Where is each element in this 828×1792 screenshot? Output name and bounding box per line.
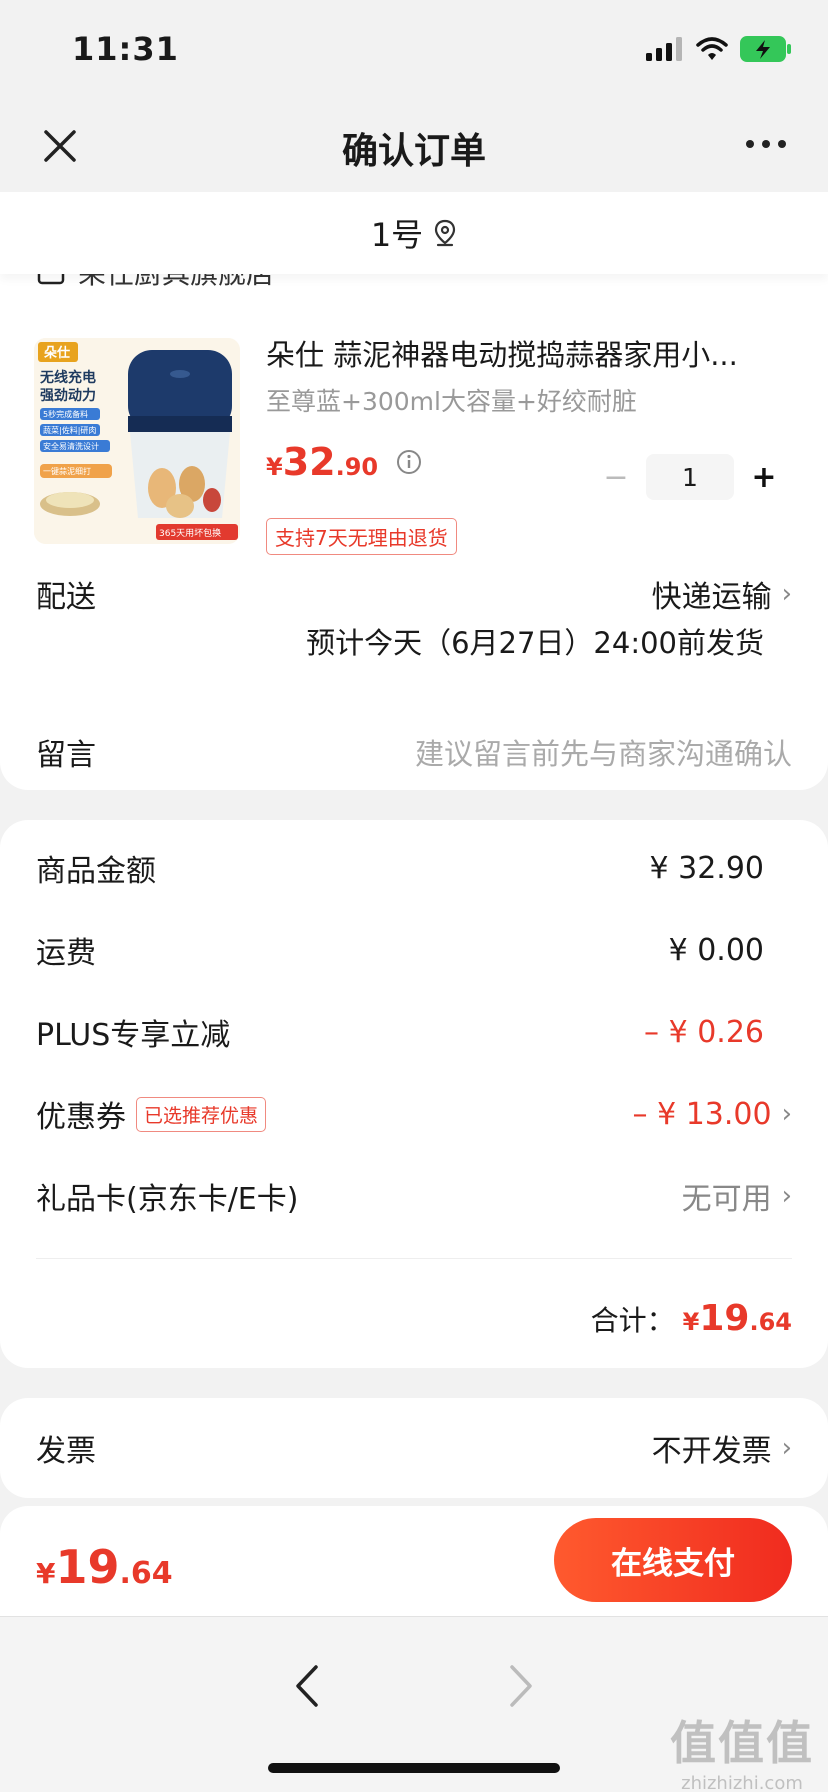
total-price: ¥ 19 .64 — [683, 1298, 792, 1339]
product-image[interactable]: 朵仕 无线充电 强劲动力 5秒完成备料 蔬菜|佐料|研肉 安全易清洗设计 一键蒜… — [34, 338, 240, 544]
quantity-decrease-button[interactable]: − — [596, 457, 636, 497]
image-line1: 无线充电 — [39, 369, 96, 386]
watermark: 值值值 zhizhizhi.com — [670, 1707, 814, 1792]
product-card: 朵仕厨具旗舰店 朵仕 无线充电 强劲动力 5秒完成备料 蔬菜|佐料|研肉 安全易… — [0, 250, 828, 790]
message-row[interactable]: 留言 建议留言前先与商家沟通确认 — [36, 730, 792, 774]
invoice-value: 不开发票 — [651, 1434, 772, 1469]
message-label: 留言 — [36, 738, 96, 773]
chevron-right-icon: › — [781, 579, 792, 609]
product-illustration: 朵仕 无线充电 强劲动力 5秒完成备料 蔬菜|佐料|研肉 安全易清洗设计 一键蒜… — [34, 338, 240, 544]
signal-icon — [646, 37, 682, 61]
coupon-badge: 已选推荐优惠 — [136, 1096, 267, 1132]
address-text: 1号 — [370, 216, 424, 254]
invoice-value-group: 不开发票 › — [652, 1426, 792, 1470]
invoice-label: 发票 — [36, 1434, 96, 1469]
info-icon[interactable] — [396, 449, 422, 475]
goods-amount-value: ¥ 32.90 — [649, 850, 764, 886]
battery-icon — [740, 36, 791, 62]
summary-divider — [36, 1258, 792, 1259]
checkout-currency: ¥ — [36, 1557, 56, 1590]
goods-amount-row: 商品金额 ¥ 32.90 — [36, 846, 792, 890]
chevron-right-icon: › — [781, 1433, 792, 1463]
product-spec: 至尊蓝+300ml大容量+好绞耐脏 — [266, 387, 637, 416]
total-integer: 19 — [699, 1298, 750, 1339]
image-badge4: 一键蒜泥细打 — [43, 466, 91, 476]
chevron-right-icon: › — [781, 1181, 792, 1211]
plus-discount-value: – ¥ 0.26 — [644, 1014, 764, 1050]
plus-discount-label: PLUS专享立减 — [36, 1018, 231, 1053]
giftcard-row[interactable]: 礼品卡(京东卡/E卡) 无可用 › — [36, 1174, 792, 1218]
quantity-increase-button[interactable]: + — [744, 457, 784, 497]
total-label: 合计： — [590, 1304, 675, 1337]
coupon-label: 优惠券 — [36, 1100, 126, 1135]
watermark-logo: 值值值 — [670, 1716, 814, 1770]
price-decimal: .90 — [335, 453, 379, 481]
giftcard-label: 礼品卡(京东卡/E卡) — [36, 1182, 299, 1217]
forward-arrow-icon[interactable] — [500, 1663, 540, 1709]
image-badge2: 蔬菜|佐料|研肉 — [43, 425, 96, 435]
giftcard-value: 无可用 — [681, 1182, 772, 1217]
checkout-integer: 19 — [55, 1540, 120, 1594]
back-arrow-icon[interactable] — [288, 1663, 328, 1709]
status-bar: 11:31 — [0, 0, 828, 100]
price-integer: 32 — [282, 440, 336, 484]
image-brand: 朵仕 — [44, 345, 70, 361]
image-badge3: 安全易清洗设计 — [43, 441, 99, 451]
image-guarantee: 365天用坏包换 — [159, 527, 221, 539]
coupon-row[interactable]: 优惠券 已选推荐优惠 – ¥ 13.00 › — [36, 1092, 792, 1136]
total-row: 合计： ¥ 19 .64 — [591, 1298, 792, 1339]
address-bar[interactable]: 1号 — [0, 192, 828, 274]
image-line2: 强劲动力 — [40, 387, 96, 404]
home-indicator[interactable] — [268, 1763, 560, 1773]
product-price: ¥ 32 .90 — [266, 440, 422, 484]
more-icon[interactable] — [744, 134, 788, 154]
total-currency: ¥ — [682, 1308, 700, 1336]
coupon-value-group: – ¥ 13.00 › — [633, 1097, 792, 1132]
status-icons — [646, 36, 792, 62]
quantity-value[interactable]: 1 — [646, 454, 734, 500]
freight-row: 运费 ¥ 0.00 — [36, 928, 792, 972]
quantity-stepper: − 1 + — [596, 454, 784, 500]
browser-toolbar: 值值值 zhizhizhi.com — [0, 1616, 828, 1792]
status-time: 11:31 — [72, 30, 179, 68]
watermark-url: zhizhizhi.com — [681, 1773, 803, 1792]
coupon-label-group: 优惠券 已选推荐优惠 — [36, 1092, 267, 1136]
shipping-label: 配送 — [36, 580, 96, 615]
shipping-method-text: 快递运输 — [651, 580, 772, 615]
message-input[interactable]: 建议留言前先与商家沟通确认 — [415, 731, 792, 773]
shipping-estimate: 预计今天（6月27日）24:00前发货 — [306, 626, 764, 660]
coupon-value: – ¥ 13.00 — [632, 1096, 772, 1132]
plus-discount-row: PLUS专享立减 – ¥ 0.26 — [36, 1010, 792, 1054]
wifi-icon — [696, 37, 728, 60]
summary-card: 商品金额 ¥ 32.90 运费 ¥ 0.00 PLUS专享立减 – ¥ 0.26… — [0, 820, 828, 1368]
checkout-price: ¥ 19 .64 — [36, 1540, 173, 1594]
chevron-right-icon: › — [781, 1099, 792, 1129]
invoice-row[interactable]: 发票 不开发票 › — [36, 1426, 792, 1470]
checkout-decimal: .64 — [119, 1556, 173, 1591]
pay-online-button[interactable]: 在线支付 — [554, 1518, 792, 1602]
return-policy-tag: 支持7天无理由退货 — [266, 518, 457, 555]
image-badge1: 5秒完成备料 — [43, 409, 88, 419]
price-currency: ¥ — [266, 453, 283, 481]
nav-bar: 确认订单 — [0, 100, 828, 192]
page-title: 确认订单 — [341, 131, 486, 172]
goods-amount-label: 商品金额 — [36, 854, 156, 889]
total-decimal: .64 — [749, 1308, 792, 1336]
location-pin-icon — [435, 219, 456, 247]
freight-label: 运费 — [36, 936, 96, 971]
giftcard-value-group: 无可用 › — [682, 1174, 792, 1218]
checkout-bar: ¥ 19 .64 在线支付 — [0, 1506, 828, 1616]
invoice-card[interactable]: 发票 不开发票 › — [0, 1398, 828, 1498]
freight-value: ¥ 0.00 — [668, 932, 764, 968]
shipping-method: 快递运输 › — [652, 572, 792, 616]
product-title[interactable]: 朵仕 蒜泥神器电动搅捣蒜器家用小... — [266, 332, 786, 374]
shipping-row[interactable]: 配送 快递运输 › — [36, 572, 792, 616]
